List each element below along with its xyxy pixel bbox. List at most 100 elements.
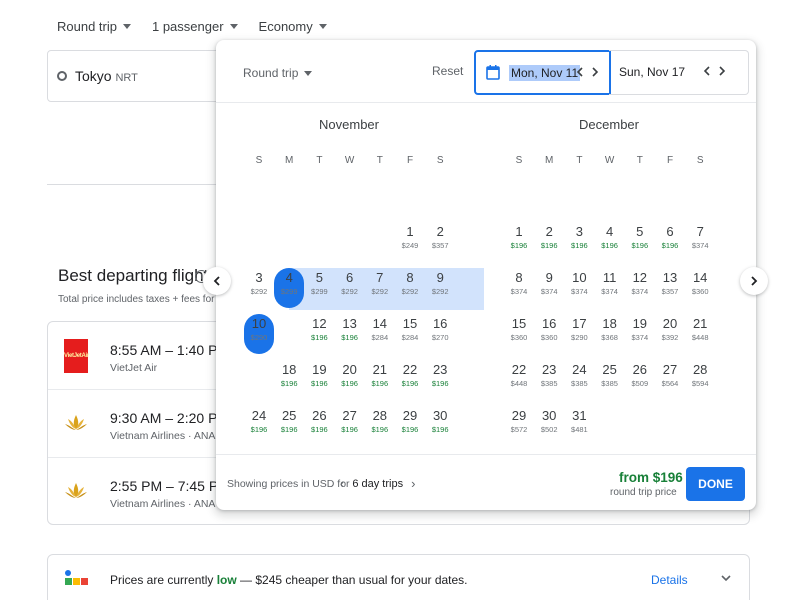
calendar-day[interactable]: 19 $196 (304, 359, 334, 403)
calendar-day[interactable]: 21 $448 (685, 313, 715, 357)
day-number: 19 (312, 362, 327, 377)
calendar-day[interactable]: 1 $196 (504, 221, 534, 265)
chevron-right-icon[interactable] (588, 63, 602, 81)
calendar-day[interactable]: 29 $572 (504, 405, 534, 449)
chevron-right-icon[interactable]: › (411, 476, 415, 491)
calendar-day[interactable]: 2 $196 (534, 221, 564, 265)
cabin-select[interactable]: Economy (259, 19, 327, 34)
calendar-day[interactable]: 1 $249 (395, 221, 425, 265)
calendar-day[interactable]: 5 $299 (304, 267, 334, 311)
calendar-day[interactable]: 4 $196 (595, 221, 625, 265)
calendar-day[interactable]: 7 $292 (365, 267, 395, 311)
calendar-day[interactable]: 18 $196 (274, 359, 304, 403)
calendar-day[interactable]: 28 $196 (365, 405, 395, 449)
calendar-day[interactable]: 9 $292 (425, 267, 455, 311)
calendar-day[interactable]: 23 $196 (425, 359, 455, 403)
origin-code: NRT (115, 72, 138, 84)
calendar-day[interactable]: 7 $374 (685, 221, 715, 265)
day-number: 30 (432, 408, 448, 423)
calendar-day[interactable]: 9 $374 (534, 267, 564, 311)
weekday-header: M (545, 155, 554, 166)
return-date-field[interactable]: Sun, Nov 17 (609, 50, 749, 95)
calendar-day[interactable]: 17 $290 (564, 313, 594, 357)
day-number: 5 (315, 270, 323, 285)
day-price: $196 (661, 241, 679, 250)
day-price: $292 (431, 287, 449, 296)
calendar-day[interactable]: 17 $196 (244, 359, 274, 403)
calendar-day[interactable]: 15 $284 (395, 313, 425, 357)
calendar-day[interactable]: 18 $368 (595, 313, 625, 357)
next-month-button[interactable] (740, 267, 768, 295)
calendar-day[interactable]: 25 $385 (595, 359, 625, 403)
origin-city: Tokyo (75, 68, 112, 84)
calendar-day[interactable]: 3 $196 (564, 221, 594, 265)
chevron-right-icon[interactable] (715, 62, 729, 80)
day-price: $385 (571, 379, 588, 388)
departure-date-field[interactable]: Mon, Nov 11 (474, 50, 611, 95)
calendar-day[interactable]: 28 $594 (685, 359, 715, 403)
calendar-day[interactable]: 30 $502 (534, 405, 564, 449)
day-number: 24 (251, 408, 267, 423)
calendar-day[interactable]: 2 $357 (425, 221, 455, 265)
chevron-left-icon[interactable] (700, 62, 714, 80)
calendar-day[interactable]: 4 $299 (274, 267, 304, 311)
calendar-day[interactable]: 16 $270 (425, 313, 455, 357)
day-number: 13 (662, 270, 678, 285)
calendar-day[interactable]: 13 $357 (655, 267, 685, 311)
calendar-day[interactable]: 22 $196 (395, 359, 425, 403)
calendar-day[interactable]: 25 $196 (274, 405, 304, 449)
calendar-day[interactable]: 12 $196 (304, 313, 334, 357)
weekday-header: T (576, 155, 583, 166)
month-title: November (319, 117, 379, 132)
calendar-day[interactable]: 30 $196 (425, 405, 455, 449)
calendar-day[interactable]: 26 $509 (625, 359, 655, 403)
day-price: $196 (510, 241, 528, 250)
calendar-day[interactable]: 14 $360 (685, 267, 715, 311)
calendar-day[interactable]: 6 $196 (655, 221, 685, 265)
previous-month-button[interactable] (203, 267, 231, 295)
details-link[interactable]: Details (651, 573, 688, 587)
calendar-day[interactable]: 6 $292 (335, 267, 365, 311)
flight-airline: Vietnam Airlines · ANA (110, 498, 216, 510)
passengers-select[interactable]: 1 passenger (152, 19, 238, 34)
calendar-day[interactable]: 27 $564 (655, 359, 685, 403)
calendar-day[interactable]: 22 $448 (504, 359, 534, 403)
calendar-day[interactable]: 29 $196 (395, 405, 425, 449)
calendar-day[interactable]: 11 $374 (595, 267, 625, 311)
calendar-day[interactable]: 19 $374 (625, 313, 655, 357)
picker-trip-type-select[interactable]: Round trip (243, 66, 313, 80)
trip-type-select[interactable]: Round trip (57, 19, 131, 34)
day-number: 23 (541, 362, 557, 377)
calendar-day[interactable]: 26 $196 (304, 405, 334, 449)
calendar-day[interactable]: 16 $360 (534, 313, 564, 357)
calendar-day[interactable]: 21 $196 (365, 359, 395, 403)
calendar-day[interactable]: 3 $292 (244, 267, 274, 311)
calendar-day[interactable]: 11 $196 (274, 313, 304, 357)
calendar-day[interactable]: 12 $374 (625, 267, 655, 311)
calendar-day[interactable]: 27 $196 (335, 405, 365, 449)
day-price: $374 (631, 287, 649, 296)
reset-button[interactable]: Reset (432, 64, 463, 78)
calendar-day[interactable]: 15 $360 (504, 313, 534, 357)
day-price: $196 (311, 379, 328, 388)
calendar-day[interactable]: 31 $481 (564, 405, 594, 449)
calendar-day[interactable]: 23 $385 (534, 359, 564, 403)
calendar-day[interactable]: 14 $284 (365, 313, 395, 357)
done-button[interactable]: DONE (686, 467, 745, 501)
calendar-day[interactable]: 13 $196 (335, 313, 365, 357)
origin-field[interactable]: Tokyo NRT (47, 50, 237, 102)
calendar-day[interactable]: 24 $196 (244, 405, 274, 449)
chevron-down-icon[interactable] (719, 571, 733, 585)
calendar-day[interactable]: 20 $392 (655, 313, 685, 357)
calendar-day[interactable]: 10 $374 (564, 267, 594, 311)
calendar-day[interactable]: 24 $385 (564, 359, 594, 403)
calendar-icon (486, 65, 500, 80)
chevron-left-icon[interactable] (573, 63, 587, 81)
chevron-left-icon[interactable]: ‹ (340, 476, 344, 491)
divider (47, 184, 227, 185)
calendar-day[interactable]: 8 $374 (504, 267, 534, 311)
calendar-day[interactable]: 5 $196 (625, 221, 655, 265)
calendar-day[interactable]: 8 $292 (395, 267, 425, 311)
calendar-day[interactable]: 10 $290 (244, 313, 274, 357)
calendar-day[interactable]: 20 $196 (335, 359, 365, 403)
